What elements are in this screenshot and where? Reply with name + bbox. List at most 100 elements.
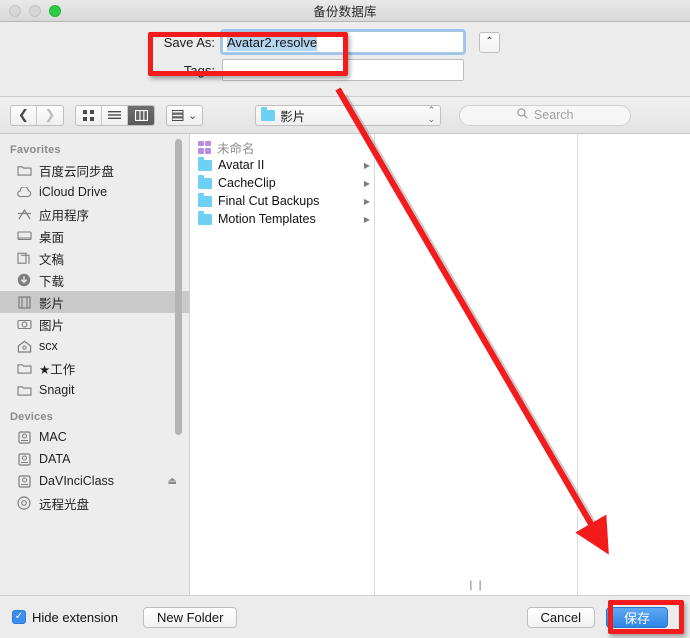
search-placeholder: Search	[533, 108, 574, 122]
list-item[interactable]: CacheClip ▶	[190, 174, 374, 192]
optical-disc-icon	[16, 495, 32, 511]
file-column-2[interactable]: ❙❙	[375, 134, 578, 595]
sidebar-section-devices: Devices	[10, 411, 53, 423]
forward-button[interactable]: ❯	[37, 106, 63, 125]
sidebar-item-data[interactable]: DATA	[0, 448, 189, 470]
dialog-bottom-bar: ✓ Hide extension New Folder Cancel 保存	[0, 595, 690, 638]
sidebar-item-label: 百度云同步盘	[39, 164, 115, 179]
sidebar-item-label: 下载	[39, 274, 65, 289]
new-folder-button[interactable]: New Folder	[143, 606, 238, 628]
sidebar-item-label: scx	[39, 339, 58, 353]
sidebar-item-label: MAC	[39, 430, 67, 444]
file-name: 未命名	[217, 141, 255, 156]
downloads-icon	[16, 272, 32, 288]
browser-toolbar: ❮ ❯ ⌄ 影片 ⌃ ⌄ Search	[0, 97, 690, 134]
grid-icon	[198, 140, 211, 154]
folder-icon	[16, 382, 32, 398]
sidebar-item-applications[interactable]: 应用程序	[0, 203, 189, 225]
save-dialog-window: 备份数据库 Save As: Avatar2.resolve ⌃ Tags: ❮…	[0, 0, 690, 638]
stepper-icon: ⌃ ⌄	[427, 104, 436, 124]
disclosure-arrow-icon: ▶	[363, 160, 370, 170]
sidebar-item-label: 应用程序	[39, 208, 90, 223]
sidebar-item-remote-disc[interactable]: 远程光盘	[0, 492, 189, 514]
folder-icon	[261, 107, 276, 121]
tags-label: Tags:	[183, 62, 215, 78]
sidebar-item-label: iCloud Drive	[39, 185, 108, 199]
arrange-icon	[172, 109, 184, 121]
list-item[interactable]: Avatar II ▶	[190, 156, 374, 174]
tags-input[interactable]	[222, 59, 464, 81]
sidebar-item-label: Snagit	[39, 383, 75, 397]
title-bar: 备份数据库	[0, 0, 690, 22]
sidebar-item-pictures[interactable]: 图片	[0, 313, 189, 335]
sidebar-item-scx[interactable]: scx	[0, 335, 189, 357]
list-item[interactable]: Final Cut Backups ▶	[190, 192, 374, 210]
sidebar: Favorites 百度云同步盘 iCloud Drive 应用程序 桌面 文稿	[0, 134, 190, 595]
sidebar-item-label: ★工作	[39, 362, 76, 377]
file-name: Final Cut Backups	[218, 194, 320, 208]
hide-extension-checkbox[interactable]: ✓ Hide extension	[12, 610, 118, 625]
folder-icon	[198, 157, 212, 171]
sidebar-item-baidu[interactable]: 百度云同步盘	[0, 159, 189, 181]
save-as-input[interactable]: Avatar2.resolve	[222, 31, 464, 53]
arrange-by-button[interactable]: ⌄	[166, 104, 204, 126]
hide-extension-label: Hide extension	[32, 609, 118, 625]
search-input[interactable]: Search	[459, 104, 632, 126]
collapse-panel-button[interactable]: ⌃	[479, 31, 500, 53]
folder-icon	[16, 162, 32, 178]
sidebar-scrollbar[interactable]	[175, 139, 182, 435]
checkmark-icon: ✓	[12, 610, 26, 624]
navigation-buttons: ❮ ❯	[10, 104, 64, 126]
folder-icon	[198, 193, 212, 207]
applications-icon	[16, 206, 32, 222]
window-title: 备份数据库	[313, 5, 377, 19]
desktop-icon	[16, 228, 32, 244]
disclosure-arrow-icon: ▶	[363, 214, 370, 224]
sidebar-item-desktop[interactable]: 桌面	[0, 225, 189, 247]
sidebar-item-label: 远程光盘	[39, 497, 90, 512]
file-column-1: 未命名 Avatar II ▶ CacheClip ▶ Final Cut Ba…	[190, 134, 375, 595]
icon-view-icon[interactable]	[76, 105, 102, 125]
back-button[interactable]: ❮	[11, 105, 37, 125]
save-fields-section: Save As: Avatar2.resolve ⌃ Tags:	[0, 22, 690, 97]
sidebar-item-label: 影片	[39, 296, 65, 311]
save-as-label: Save As:	[163, 34, 215, 50]
column-resize-grip[interactable]: ❙❙	[467, 580, 486, 591]
harddisk-icon	[16, 429, 32, 445]
disclosure-arrow-icon: ▶	[363, 178, 370, 188]
sidebar-item-work[interactable]: ★工作	[0, 357, 189, 379]
list-view-icon[interactable]	[102, 105, 128, 125]
list-item[interactable]: 未命名	[190, 138, 374, 156]
cloud-icon	[16, 184, 32, 200]
file-name: Motion Templates	[218, 212, 316, 226]
list-item[interactable]: Motion Templates ▶	[190, 210, 374, 228]
sidebar-item-downloads[interactable]: 下载	[0, 269, 189, 291]
sidebar-item-icloud-drive[interactable]: iCloud Drive	[0, 181, 189, 203]
sidebar-item-snagit[interactable]: Snagit	[0, 379, 189, 401]
path-label: 影片	[280, 109, 306, 124]
path-popup-button[interactable]: 影片 ⌃ ⌄	[255, 104, 442, 126]
documents-icon	[16, 250, 32, 266]
file-name: Avatar II	[218, 158, 265, 172]
folder-icon	[198, 175, 212, 189]
sidebar-item-documents[interactable]: 文稿	[0, 247, 189, 269]
arrange-caret-icon: ⌄	[188, 109, 198, 122]
sidebar-item-mac[interactable]: MAC	[0, 426, 189, 448]
file-column-3[interactable]	[578, 134, 690, 595]
file-name: CacheClip	[218, 176, 276, 190]
save-button[interactable]: 保存	[605, 606, 668, 628]
sidebar-item-label: 桌面	[39, 230, 65, 245]
dialog-body: Favorites 百度云同步盘 iCloud Drive 应用程序 桌面 文稿	[0, 134, 690, 595]
movies-icon	[16, 294, 32, 310]
cancel-button[interactable]: Cancel	[526, 606, 595, 628]
disclosure-arrow-icon: ▶	[363, 196, 370, 206]
column-view-icon[interactable]	[128, 105, 154, 125]
folder-icon	[198, 211, 212, 225]
harddisk-icon	[16, 451, 32, 467]
sidebar-item-davinciclass[interactable]: DaVInciClass ⏏	[0, 470, 189, 492]
sidebar-item-movies[interactable]: 影片	[0, 291, 189, 313]
sidebar-section-favorites: Favorites	[10, 144, 61, 156]
eject-icon[interactable]: ⏏	[168, 476, 177, 487]
save-as-row: Save As: Avatar2.resolve ⌃	[0, 31, 690, 53]
save-as-value: Avatar2.resolve	[227, 33, 318, 51]
